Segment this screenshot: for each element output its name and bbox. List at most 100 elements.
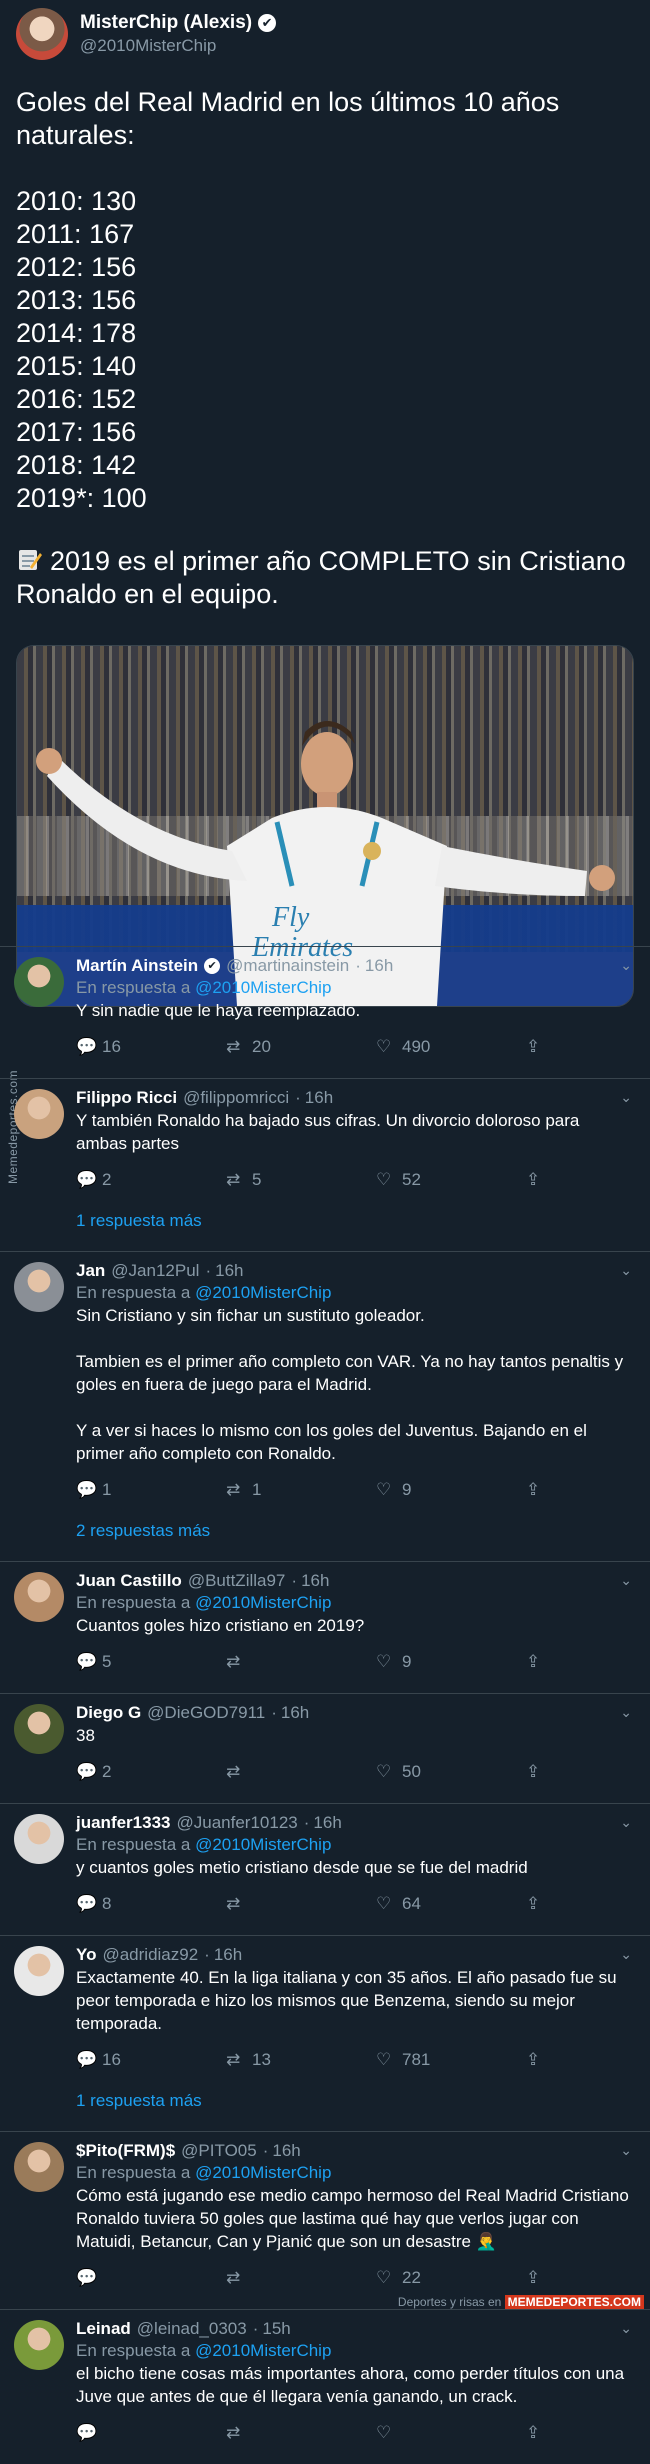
chevron-down-icon[interactable]: ⌄: [620, 1946, 632, 1963]
chevron-down-icon[interactable]: ⌄: [620, 1089, 632, 1106]
retweet-button[interactable]: ⇄ 1: [226, 1480, 376, 1500]
reply-author-name[interactable]: Martín Ainstein: [76, 955, 198, 977]
avatar[interactable]: [14, 1089, 64, 1139]
avatar[interactable]: [14, 1572, 64, 1622]
chevron-down-icon[interactable]: ⌄: [620, 957, 632, 974]
reply-to-link[interactable]: @2010MisterChip: [195, 2341, 331, 2360]
reply-to-link[interactable]: @2010MisterChip: [195, 1835, 331, 1854]
avatar[interactable]: [14, 2142, 64, 2192]
reply-button[interactable]: 💬 16: [76, 1037, 226, 1057]
chevron-down-icon[interactable]: ⌄: [620, 1814, 632, 1831]
more-replies-link[interactable]: 2 respuestas más: [76, 1507, 634, 1561]
reply-handle[interactable]: @DieGOD7911: [147, 1702, 265, 1724]
reply-author-name[interactable]: $Pito(FRM)$: [76, 2140, 175, 2162]
reply-tweet[interactable]: ⌄ Leinad @leinad_0303 · 15h En respuesta…: [0, 2309, 650, 2464]
retweet-button[interactable]: ⇄: [226, 1762, 376, 1782]
share-button[interactable]: ⇪: [526, 1894, 552, 1914]
reply-handle[interactable]: @filippomricci: [183, 1087, 289, 1109]
retweet-button[interactable]: ⇄: [226, 1652, 376, 1672]
author-avatar[interactable]: [16, 8, 68, 60]
like-button[interactable]: ♡ 781: [376, 2050, 526, 2070]
avatar[interactable]: [14, 2320, 64, 2370]
reply-tweet[interactable]: ⌄ $Pito(FRM)$ @PITO05 · 16h En respuesta…: [0, 2131, 650, 2309]
reply-author-name[interactable]: Diego G: [76, 1702, 141, 1724]
reply-tweet[interactable]: ⌄ Filippo Ricci @filippomricci · 16h Y t…: [0, 1078, 650, 1251]
more-replies-link[interactable]: 1 respuesta más: [76, 1197, 634, 1251]
share-button[interactable]: ⇪: [526, 1170, 552, 1190]
reply-handle[interactable]: @Jan12Pul: [111, 1260, 199, 1282]
reply-handle[interactable]: @Juanfer10123: [177, 1812, 298, 1834]
retweet-button[interactable]: ⇄: [226, 2423, 376, 2443]
reply-handle[interactable]: @martinainstein: [226, 955, 349, 977]
reply-handle[interactable]: @ButtZilla97: [188, 1570, 286, 1592]
chevron-down-icon[interactable]: ⌄: [620, 1262, 632, 1279]
reply-button[interactable]: 💬 2: [76, 1762, 226, 1782]
share-button[interactable]: ⇪: [526, 2423, 552, 2443]
reply-time[interactable]: 15h: [262, 2318, 290, 2340]
reply-handle[interactable]: @PITO05: [181, 2140, 257, 2162]
reply-author-name[interactable]: Yo: [76, 1944, 96, 1966]
reply-to-link[interactable]: @2010MisterChip: [195, 2163, 331, 2182]
share-button[interactable]: ⇪: [526, 1037, 552, 1057]
like-button[interactable]: ♡ 9: [376, 1652, 526, 1672]
like-button[interactable]: ♡ 50: [376, 1762, 526, 1782]
reply-tweet[interactable]: ⌄ Diego G @DieGOD7911 · 16h 38 💬 2 ⇄ ♡ 50 …: [0, 1693, 650, 1803]
retweet-button[interactable]: ⇄ 13: [226, 2050, 376, 2070]
reply-to-link[interactable]: @2010MisterChip: [195, 1283, 331, 1302]
reply-time[interactable]: 16h: [305, 1087, 333, 1109]
like-button[interactable]: ♡ 9: [376, 1480, 526, 1500]
share-button[interactable]: ⇪: [526, 1762, 552, 1782]
reply-handle[interactable]: @leinad_0303: [137, 2318, 247, 2340]
more-replies-link[interactable]: 1 respuesta más: [76, 2077, 634, 2131]
share-button[interactable]: ⇪: [526, 1480, 552, 1500]
chevron-down-icon[interactable]: ⌄: [620, 1704, 632, 1721]
chevron-down-icon[interactable]: ⌄: [620, 2142, 632, 2159]
reply-time[interactable]: 16h: [214, 1944, 242, 1966]
retweet-button[interactable]: ⇄: [226, 1894, 376, 1914]
author-name[interactable]: MisterChip (Alexis): [80, 12, 252, 34]
reply-time[interactable]: 16h: [365, 955, 393, 977]
avatar[interactable]: [14, 957, 64, 1007]
reply-tweet[interactable]: ⌄ Jan @Jan12Pul · 16h En respuesta a @20…: [0, 1251, 650, 1561]
like-button[interactable]: ♡ 52: [376, 1170, 526, 1190]
reply-button[interactable]: 💬 8: [76, 1894, 226, 1914]
share-button[interactable]: ⇪: [526, 2050, 552, 2070]
reply-button[interactable]: 💬 16: [76, 2050, 226, 2070]
share-button[interactable]: ⇪: [526, 1652, 552, 1672]
avatar[interactable]: [14, 1704, 64, 1754]
reply-button[interactable]: 💬 1: [76, 1480, 226, 1500]
reply-time[interactable]: 16h: [272, 2140, 300, 2162]
reply-button[interactable]: 💬 5: [76, 1652, 226, 1672]
share-button[interactable]: ⇪: [526, 2268, 552, 2288]
reply-author-name[interactable]: Leinad: [76, 2318, 131, 2340]
reply-handle[interactable]: @adridiaz92: [102, 1944, 198, 1966]
retweet-button[interactable]: ⇄: [226, 2268, 376, 2288]
reply-author-name[interactable]: Jan: [76, 1260, 105, 1282]
like-button[interactable]: ♡ 22: [376, 2268, 526, 2288]
reply-time[interactable]: 16h: [301, 1570, 329, 1592]
reply-to-link[interactable]: @2010MisterChip: [195, 978, 331, 997]
reply-time[interactable]: 16h: [281, 1702, 309, 1724]
retweet-button[interactable]: ⇄ 20: [226, 1037, 376, 1057]
chevron-down-icon[interactable]: ⌄: [620, 2320, 632, 2337]
avatar[interactable]: [14, 1814, 64, 1864]
like-button[interactable]: ♡: [376, 2423, 526, 2443]
like-button[interactable]: ♡ 64: [376, 1894, 526, 1914]
reply-tweet[interactable]: ⌄ Martín Ainstein ✔ @martinainstein · 16…: [0, 946, 650, 1078]
reply-to-link[interactable]: @2010MisterChip: [195, 1593, 331, 1612]
like-button[interactable]: ♡ 490: [376, 1037, 526, 1057]
reply-author-name[interactable]: Filippo Ricci: [76, 1087, 177, 1109]
reply-time[interactable]: 16h: [313, 1812, 341, 1834]
reply-time[interactable]: 16h: [215, 1260, 243, 1282]
retweet-button[interactable]: ⇄ 5: [226, 1170, 376, 1190]
author-handle[interactable]: @2010MisterChip: [80, 36, 276, 56]
avatar[interactable]: [14, 1946, 64, 1996]
reply-author-name[interactable]: juanfer1333: [76, 1812, 171, 1834]
reply-tweet[interactable]: ⌄ Yo @adridiaz92 · 16h Exactamente 40. E…: [0, 1935, 650, 2131]
reply-tweet[interactable]: ⌄ juanfer1333 @Juanfer10123 · 16h En res…: [0, 1803, 650, 1935]
reply-tweet[interactable]: ⌄ Juan Castillo @ButtZilla97 · 16h En re…: [0, 1561, 650, 1693]
reply-author-name[interactable]: Juan Castillo: [76, 1570, 182, 1592]
reply-button[interactable]: 💬: [76, 2268, 226, 2288]
chevron-down-icon[interactable]: ⌄: [620, 1572, 632, 1589]
reply-button[interactable]: 💬 2: [76, 1170, 226, 1190]
